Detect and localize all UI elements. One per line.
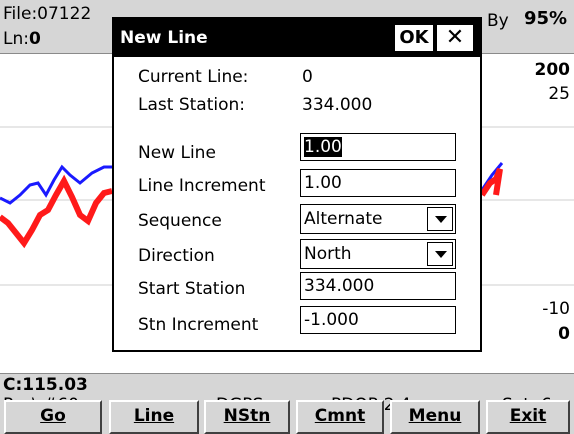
y-top-value: 200: [534, 60, 571, 80]
go-button[interactable]: Go: [4, 400, 102, 434]
chevron-down-icon[interactable]: [427, 242, 453, 266]
new-line-field[interactable]: 1.00: [300, 133, 456, 161]
y-bottom-value: -10: [542, 299, 570, 319]
exit-button[interactable]: Exit: [486, 400, 570, 434]
stn-increment-label: Stn Increment: [138, 315, 259, 335]
ln-label: Ln:: [3, 29, 29, 49]
direction-label: Direction: [138, 246, 215, 266]
last-station-label: Last Station:: [138, 95, 245, 115]
direction-value: North: [304, 244, 352, 264]
coordinate-readout: C:115.03: [3, 375, 88, 395]
sequence-select[interactable]: Alternate: [300, 204, 456, 234]
stn-increment-field[interactable]: -1.000: [300, 306, 456, 334]
new-line-dialog: New Line OK ✕ Current Line: 0 Last Stati…: [112, 17, 482, 352]
ln-value: 0: [28, 29, 41, 49]
current-line-label: Current Line:: [138, 67, 249, 87]
start-station-field[interactable]: 334.000: [300, 272, 456, 300]
file-label: File:07122: [3, 4, 92, 24]
lower-trace-right: [479, 167, 503, 197]
menu-button[interactable]: Menu: [390, 400, 480, 434]
start-station-label: Start Station: [138, 279, 246, 299]
line-button[interactable]: Line: [109, 400, 199, 434]
sequence-value: Alternate: [304, 209, 383, 229]
line-increment-label: Line Increment: [138, 176, 266, 196]
line-increment-field[interactable]: 1.00: [300, 169, 456, 197]
sequence-label: Sequence: [138, 211, 222, 231]
dialog-title: New Line: [120, 28, 208, 48]
line-number: Ln:0: [3, 30, 41, 48]
y-bottom-sub: 0: [558, 324, 570, 344]
new-line-label: New Line: [138, 143, 216, 163]
lower-trace: [0, 174, 113, 249]
dialog-titlebar: New Line OK ✕: [114, 19, 480, 57]
new-line-value: 1.00: [304, 137, 342, 157]
close-icon[interactable]: ✕: [436, 24, 474, 52]
chevron-down-icon[interactable]: [427, 207, 453, 231]
last-station-value: 334.000: [302, 95, 373, 115]
cmnt-button[interactable]: Cmnt: [296, 400, 384, 434]
ok-button[interactable]: OK: [394, 24, 434, 52]
battery-level: 95%: [524, 8, 568, 29]
bottom-toolbar: Go Line NStn Cmnt Menu Exit: [0, 400, 574, 434]
status-bar-top: C:115.03: [0, 373, 574, 395]
y-top-sub: 25: [548, 84, 570, 104]
direction-select[interactable]: North: [300, 239, 456, 269]
current-line-value: 0: [302, 67, 313, 87]
by-label: By: [487, 11, 509, 31]
nstn-button[interactable]: NStn: [204, 400, 290, 434]
